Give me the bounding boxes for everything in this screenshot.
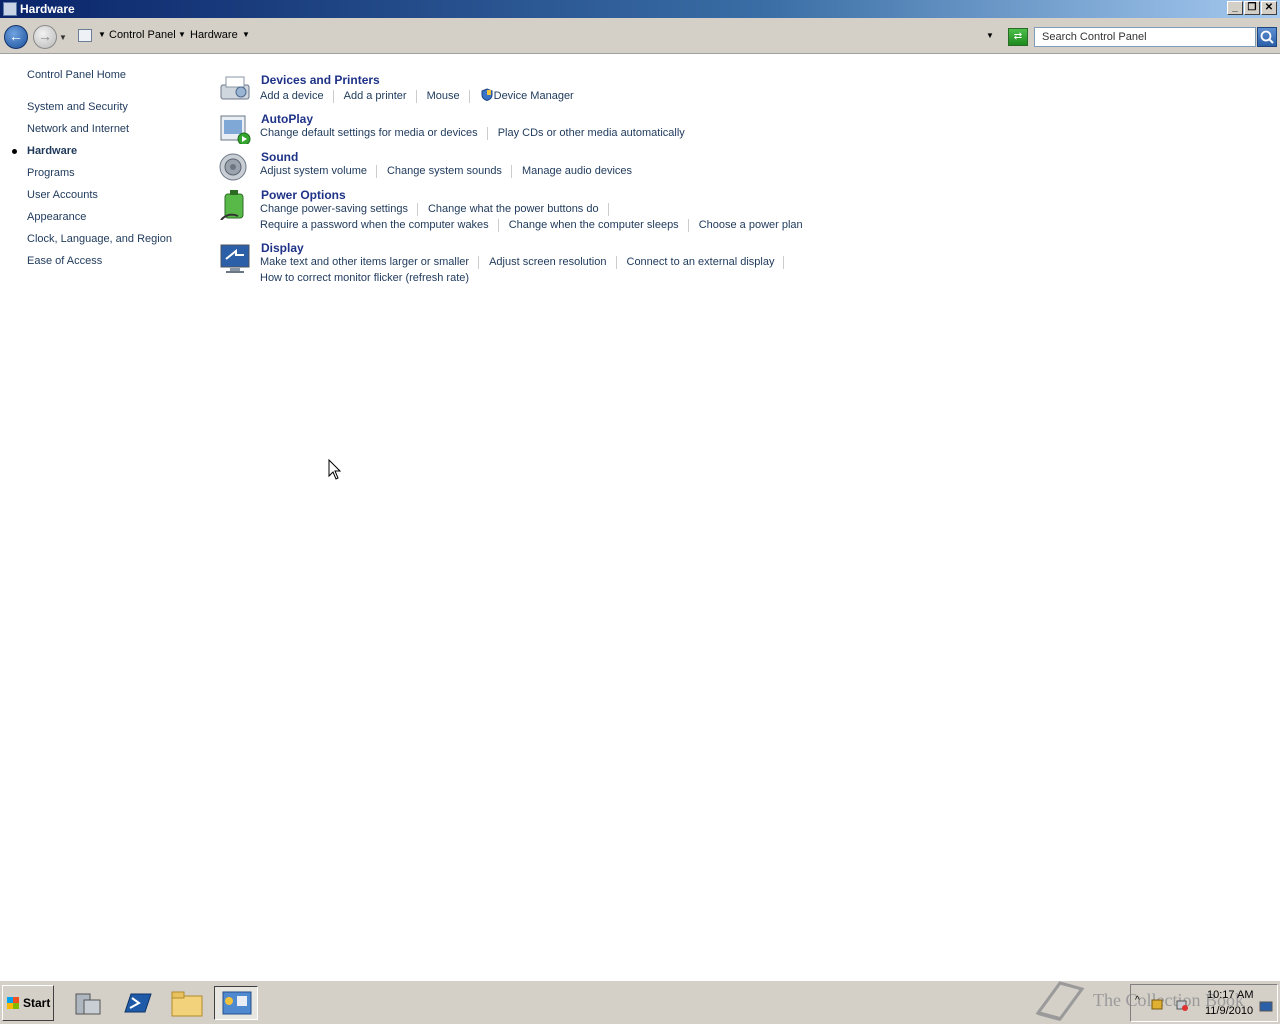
action-center-flag-icon[interactable] [1151, 999, 1165, 1011]
chevron-down-icon[interactable]: ▼ [178, 30, 186, 39]
mouse-cursor-icon [328, 459, 342, 480]
connect-external-display-link[interactable]: Connect to an external display [627, 256, 785, 269]
recent-pages-dropdown[interactable]: ▼ [59, 33, 67, 42]
sound-links: Adjust system volume Change system sounds… [260, 165, 651, 178]
printer-icon [220, 76, 250, 100]
change-power-buttons-link[interactable]: Change what the power buttons do [428, 203, 609, 216]
address-dropdown-button[interactable]: ▼ [986, 31, 994, 40]
show-desktop-icon[interactable] [1259, 1001, 1273, 1013]
device-manager-label: Device Manager [493, 90, 574, 102]
chevron-down-icon[interactable]: ▼ [242, 30, 250, 39]
display-heading[interactable]: Display [261, 241, 304, 255]
nav-user-accounts[interactable]: User Accounts [27, 189, 98, 201]
start-label: Start [23, 996, 51, 1010]
make-text-larger-link[interactable]: Make text and other items larger or smal… [260, 256, 480, 269]
manage-audio-devices-link[interactable]: Manage audio devices [522, 165, 641, 178]
restore-button[interactable]: ❐ [1244, 1, 1260, 15]
control-panel-home-link[interactable]: Control Panel Home [27, 69, 126, 81]
clock-time[interactable]: 10:17 AM [1207, 989, 1253, 1001]
control-panel-taskbar-button[interactable] [214, 986, 258, 1020]
search-icon [1260, 30, 1274, 44]
power-options-heading[interactable]: Power Options [261, 188, 346, 202]
breadcrumb-control-panel[interactable]: Control Panel [109, 29, 176, 41]
autoplay-icon [220, 115, 251, 144]
speaker-icon [219, 153, 247, 181]
window-title: Hardware [20, 2, 75, 16]
server-manager-taskbar-button[interactable] [66, 986, 110, 1020]
current-page-bullet [12, 149, 17, 154]
adjust-screen-resolution-link[interactable]: Adjust screen resolution [489, 256, 617, 269]
change-default-media-settings-link[interactable]: Change default settings for media or dev… [260, 127, 488, 140]
windows-logo-icon [7, 997, 19, 1009]
book-watermark-icon [1035, 981, 1085, 1021]
devices-and-printers-heading[interactable]: Devices and Printers [261, 73, 380, 87]
title-bar: Hardware _ ❐ ✕ [0, 0, 1280, 18]
correct-monitor-flicker-link[interactable]: How to correct monitor flicker (refresh … [260, 272, 478, 285]
nav-ease-of-access[interactable]: Ease of Access [27, 255, 102, 267]
device-manager-link[interactable]: Device Manager [480, 88, 583, 102]
battery-icon [220, 190, 244, 220]
folder-icon [171, 991, 203, 1017]
address-bar[interactable]: ▼ Control Panel ▼ Hardware ▼ [74, 26, 1006, 47]
mouse-link[interactable]: Mouse [427, 90, 470, 103]
search-input[interactable]: Search Control Panel [1034, 27, 1256, 47]
display-links-row2: How to correct monitor flicker (refresh … [260, 272, 488, 285]
powershell-taskbar-button[interactable] [115, 986, 159, 1020]
power-links-row1: Change power-saving settings Change what … [260, 203, 619, 216]
add-printer-link[interactable]: Add a printer [344, 90, 417, 103]
change-power-saving-settings-link[interactable]: Change power-saving settings [260, 203, 418, 216]
choose-power-plan-link[interactable]: Choose a power plan [699, 219, 812, 232]
start-button[interactable]: Start [2, 985, 54, 1021]
play-cds-automatically-link[interactable]: Play CDs or other media automatically [498, 127, 694, 140]
sound-heading[interactable]: Sound [261, 150, 298, 164]
taskbar: Start The Collection Book ^ [0, 980, 1280, 1024]
power-links-row2: Require a password when the computer wak… [260, 219, 822, 232]
clock-date[interactable]: 11/9/2010 [1205, 1005, 1253, 1017]
search-button[interactable] [1257, 27, 1277, 47]
nav-programs[interactable]: Programs [27, 167, 75, 179]
close-button[interactable]: ✕ [1261, 1, 1277, 15]
server-manager-icon [75, 993, 101, 1015]
forward-button[interactable]: → [33, 25, 57, 49]
change-sleep-settings-link[interactable]: Change when the computer sleeps [509, 219, 689, 232]
change-system-sounds-link[interactable]: Change system sounds [387, 165, 512, 178]
control-panel-icon [222, 991, 252, 1015]
nav-network-and-internet[interactable]: Network and Internet [27, 123, 129, 135]
add-device-link[interactable]: Add a device [260, 90, 334, 103]
network-icon[interactable] [1175, 999, 1189, 1011]
require-password-on-wake-link[interactable]: Require a password when the computer wak… [260, 219, 499, 232]
display-links-row1: Make text and other items larger or smal… [260, 256, 794, 269]
powershell-icon [124, 993, 152, 1013]
autoplay-links: Change default settings for media or dev… [260, 127, 704, 140]
control-panel-icon [3, 2, 17, 16]
nav-hardware[interactable]: Hardware [27, 145, 77, 157]
show-hidden-icons-icon[interactable]: ^ [1135, 995, 1140, 1006]
nav-system-and-security[interactable]: System and Security [27, 101, 128, 113]
back-button[interactable]: ← [4, 25, 28, 49]
devices-links: Add a device Add a printer Mouse Device Man… [260, 88, 593, 103]
breadcrumb-hardware[interactable]: Hardware [190, 29, 238, 41]
minimize-button[interactable]: _ [1227, 1, 1243, 15]
autoplay-heading[interactable]: AutoPlay [261, 112, 313, 126]
notification-area: ^ [1130, 984, 1278, 1022]
adjust-system-volume-link[interactable]: Adjust system volume [260, 165, 377, 178]
explorer-taskbar-button[interactable] [165, 986, 209, 1020]
refresh-button[interactable]: ⇄ [1008, 28, 1028, 46]
nav-clock-language-region[interactable]: Clock, Language, and Region [27, 233, 172, 245]
control-panel-icon [78, 29, 92, 42]
nav-appearance[interactable]: Appearance [27, 211, 86, 223]
monitor-icon [220, 244, 250, 273]
chevron-down-icon[interactable]: ▼ [98, 30, 106, 39]
shield-icon [481, 88, 493, 102]
